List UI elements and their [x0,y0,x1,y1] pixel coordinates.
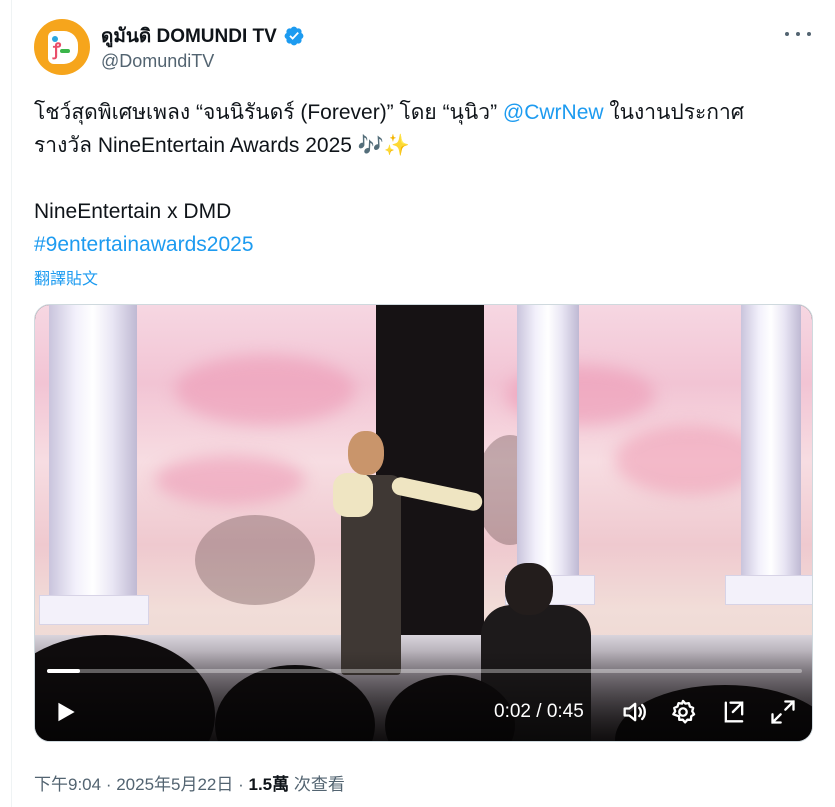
display-name[interactable]: ดูมันดิ DOMUNDI TV [101,21,277,51]
view-count: 1.5萬 [248,775,290,794]
play-icon[interactable] [53,699,79,725]
video-player[interactable]: 0:02 / 0:45 [34,304,813,742]
post-date[interactable]: 2025年5月22日 [116,775,233,794]
translate-post-link[interactable]: 翻譯貼文 [34,265,98,289]
author-name-row: ดูมันดิ DOMUNDI TV [101,21,305,51]
tweet-line-3: NineEntertain x DMD [34,200,232,223]
tweet-line-2: รางวัล NineEntertain Awards 2025 🎶✨ [34,134,411,157]
volume-icon[interactable] [620,698,648,726]
current-time: 0:02 [494,701,531,722]
tweet-text: โชว์สุดพิเศษเพลง “จนนิรันดร์ (Forever)” … [34,96,814,261]
video-progress-bar[interactable] [47,669,802,673]
author-handle[interactable]: @DomundiTV [101,51,214,72]
more-icon[interactable] [785,24,811,44]
pop-out-icon[interactable] [720,698,748,726]
tweet-line-1: โชว์สุดพิเศษเพลง “จนนิรันดร์ (Forever)” … [34,101,745,124]
fullscreen-icon[interactable] [769,698,797,726]
duration: 0:45 [546,701,584,722]
video-time: 0:02 / 0:45 [494,701,584,722]
hashtag-link[interactable]: #9entertainawards2025 [34,233,254,256]
mention-link[interactable]: @CwrNew [503,101,604,124]
video-progress-fill [47,669,81,673]
verified-badge-icon[interactable] [283,25,305,47]
settings-icon[interactable] [669,698,697,726]
avatar[interactable]: ꝭ [34,19,90,75]
views-label: 次查看 [289,775,345,794]
post-time[interactable]: 下午9:04 [34,775,101,794]
timeline-border [11,0,12,807]
tweet-meta: 下午9:04 · 2025年5月22日 · 1.5萬 次查看 [34,775,345,794]
